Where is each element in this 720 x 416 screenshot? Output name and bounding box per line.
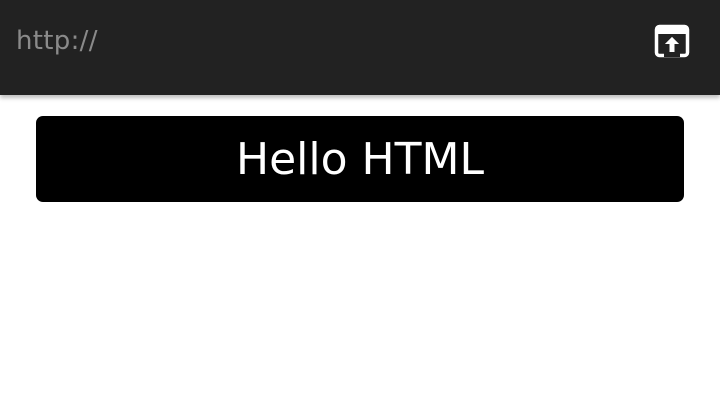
top-toolbar: http:// (0, 0, 720, 95)
open-in-browser-button[interactable] (650, 19, 694, 63)
page-content: Hello HTML (0, 95, 720, 416)
url-input[interactable]: http:// (16, 0, 616, 82)
open-in-browser-icon (654, 24, 690, 58)
hello-html-button[interactable]: Hello HTML (36, 116, 684, 202)
